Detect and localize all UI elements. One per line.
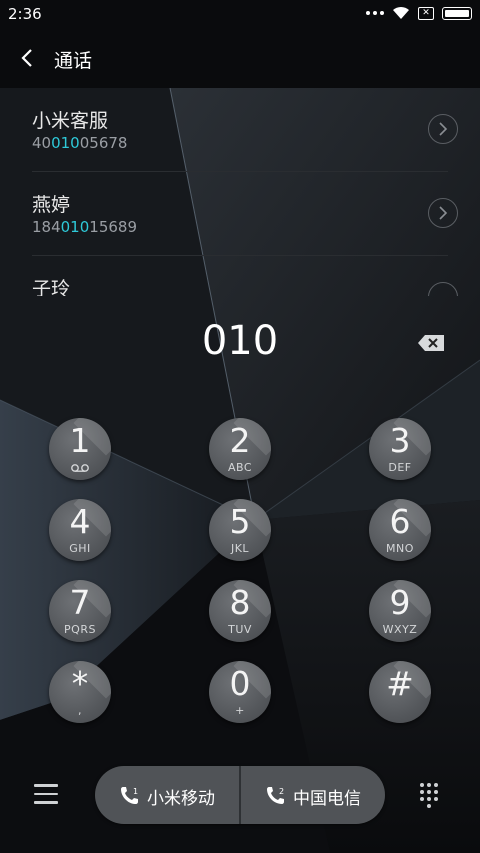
key-digit: * xyxy=(71,664,89,703)
contact-detail-button[interactable] xyxy=(428,282,458,296)
call-sim2-button[interactable]: 2 中国电信 xyxy=(241,766,385,824)
key-7[interactable]: 7 PQRS xyxy=(49,580,111,642)
page-title: 通话 xyxy=(54,50,93,72)
key-digit: 5 xyxy=(229,502,251,541)
status-time: 2:36 xyxy=(8,5,42,23)
contact-item[interactable]: 燕婷 18401015689 xyxy=(0,172,480,256)
battery-icon xyxy=(442,6,472,20)
key-letters: WXYZ xyxy=(382,623,418,636)
key-digit: 4 xyxy=(69,502,91,541)
key-9[interactable]: 9 WXYZ xyxy=(369,580,431,642)
key-letters: TUV xyxy=(228,623,252,636)
key-2[interactable]: 2 ABC xyxy=(209,418,271,480)
call-sim1-button[interactable]: 1 小米移动 xyxy=(95,766,239,824)
key-8[interactable]: 8 TUV xyxy=(209,580,271,642)
key-0[interactable]: 0 + xyxy=(209,661,271,723)
contact-name: 燕婷 xyxy=(32,194,71,216)
key-digit: 1 xyxy=(69,421,91,460)
key-digit: 2 xyxy=(229,421,251,460)
no-sim-icon: ✕ xyxy=(418,6,434,20)
key-letters: , xyxy=(78,704,82,717)
key-letters: ABC xyxy=(227,461,253,474)
back-arrow-icon[interactable] xyxy=(16,44,40,72)
key-letters: GHI xyxy=(69,542,91,555)
key-digit: 9 xyxy=(389,583,411,622)
key-digit: 6 xyxy=(389,502,411,541)
key-digit: 8 xyxy=(229,583,251,622)
svg-text:2: 2 xyxy=(279,787,284,796)
key-letters: PQRS xyxy=(64,623,96,636)
voicemail-icon xyxy=(71,464,89,472)
chevron-right-icon xyxy=(439,122,448,136)
contact-detail-button[interactable] xyxy=(428,114,458,144)
key-letters: MNO xyxy=(386,542,414,555)
key-5[interactable]: 5 JKL xyxy=(209,499,271,561)
key-digit: # xyxy=(386,664,414,703)
phone-sim1-icon: 1 xyxy=(121,787,138,804)
status-bar: 2:36 ✕ xyxy=(0,0,480,28)
chevron-right-icon xyxy=(439,206,448,220)
contact-number: 4001005678 xyxy=(32,134,128,152)
contact-name: 小米客服 xyxy=(32,110,109,132)
svg-text:1: 1 xyxy=(133,787,138,796)
dots-icon xyxy=(366,11,384,15)
contact-item[interactable]: 小米客服 4001005678 xyxy=(0,88,480,172)
key-3[interactable]: 3 DEF xyxy=(369,418,431,480)
contact-name: 子玲 xyxy=(32,278,71,296)
key-letters: DEF xyxy=(388,461,412,474)
sim-call-buttons: 1 小米移动 2 中国电信 xyxy=(95,766,385,824)
key-digit: 0 xyxy=(229,664,251,703)
contact-item[interactable]: 子玲 xyxy=(0,256,480,296)
contact-number: 18401015689 xyxy=(32,218,137,236)
dialed-number: 010 xyxy=(201,318,279,364)
key-hash[interactable]: # xyxy=(369,661,431,723)
sim2-label: 中国电信 xyxy=(293,789,361,809)
key-digit: 7 xyxy=(69,583,91,622)
contact-detail-button[interactable] xyxy=(428,198,458,228)
key-6[interactable]: 6 MNO xyxy=(369,499,431,561)
key-letters: JKL xyxy=(230,542,250,555)
app-header: 通话 xyxy=(0,30,480,86)
key-star[interactable]: * , xyxy=(49,661,111,723)
phone-sim2-icon: 2 xyxy=(267,787,284,804)
keypad-toggle-icon[interactable] xyxy=(420,783,442,809)
key-digit: 3 xyxy=(389,421,411,460)
key-letters: + xyxy=(235,704,245,717)
status-icons: ✕ xyxy=(366,6,472,20)
backspace-icon[interactable] xyxy=(416,333,446,353)
key-4[interactable]: 4 GHI xyxy=(49,499,111,561)
wifi-icon xyxy=(393,6,409,19)
sim1-label: 小米移动 xyxy=(147,789,215,809)
menu-icon[interactable] xyxy=(34,784,58,806)
key-1[interactable]: 1 xyxy=(49,418,111,480)
